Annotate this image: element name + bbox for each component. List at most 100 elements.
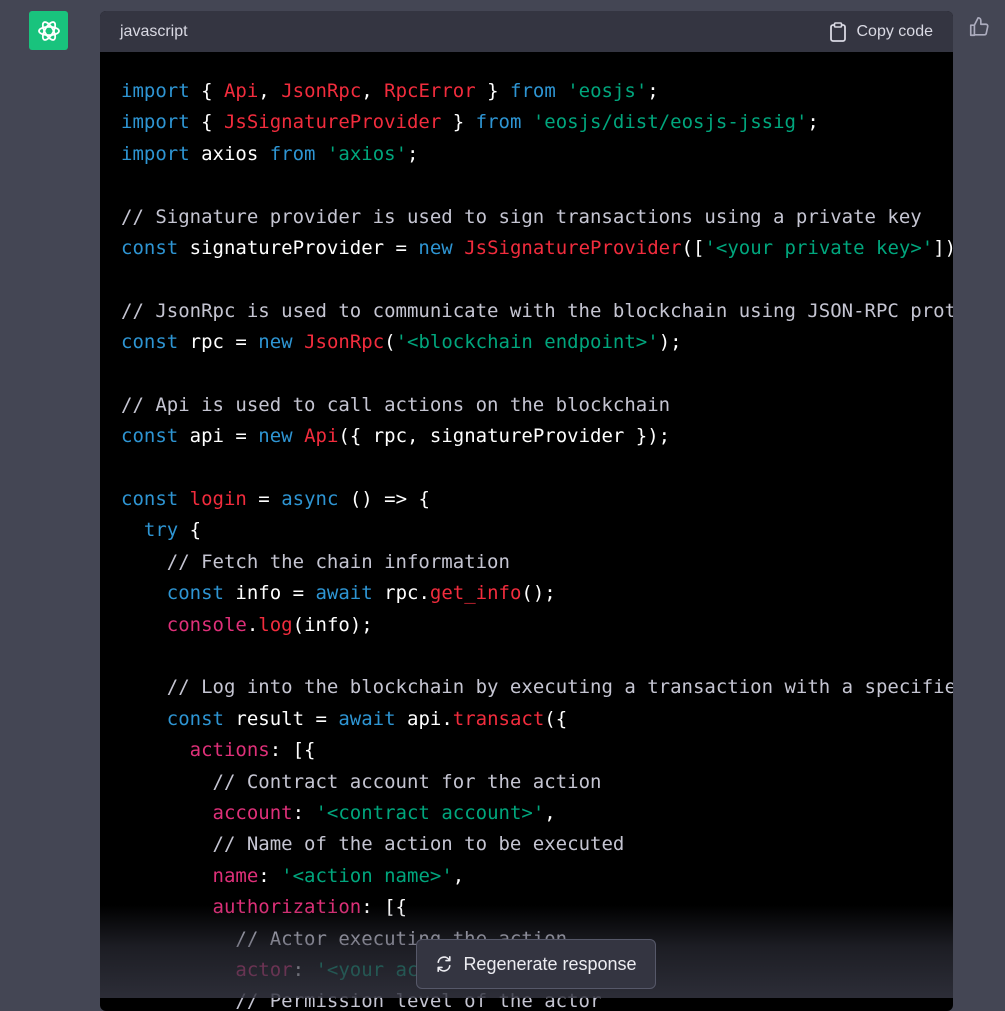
code-token: try	[143, 519, 179, 542]
code-token: // Signature provider is used to sign tr…	[121, 205, 922, 228]
code-token: ();	[521, 582, 556, 605]
code-token: const	[121, 488, 179, 511]
regenerate-response-button[interactable]: Regenerate response	[416, 939, 656, 989]
code-token: () => {	[338, 488, 430, 511]
code-token: // Permission level of the actor	[235, 990, 602, 1011]
code-token: await	[315, 582, 373, 605]
code-line: account: '<contract account>',	[121, 798, 953, 829]
copy-code-label: Copy code	[856, 22, 934, 40]
code-line: const info = await rpc.get_info();	[121, 578, 953, 609]
code-line: // Api is used to call actions on the bl…	[121, 390, 953, 421]
code-token: account	[212, 801, 293, 824]
code-token: import	[121, 80, 190, 102]
code-token: const	[121, 236, 179, 259]
code-token: 'eosjs/dist/eosjs-jssig'	[532, 111, 808, 134]
thumbs-up-icon[interactable]	[968, 16, 990, 38]
code-token: {	[189, 111, 224, 134]
code-token: new	[258, 331, 293, 354]
code-token: from	[475, 111, 522, 134]
code-line: // Permission level of the actor	[121, 986, 953, 1011]
code-language-label: javascript	[120, 22, 188, 40]
code-token: info =	[223, 582, 316, 605]
code-token: axios	[189, 142, 270, 165]
code-line: // Fetch the chain information	[121, 547, 953, 578]
code-token: '<your private key>'	[704, 236, 934, 259]
code-token: rpc =	[178, 331, 259, 354]
code-token: '<blockchain endpoint>'	[395, 331, 659, 354]
code-line: // Name of the action to be executed	[121, 829, 953, 860]
code-token: const	[121, 331, 179, 354]
code-content: import { Api, JsonRpc, RpcError } from '…	[100, 52, 953, 1011]
code-token: ;	[407, 142, 419, 165]
code-token: ([	[681, 236, 705, 259]
code-line: // Log into the blockchain by executing …	[121, 672, 953, 703]
code-line: const api = new Api({ rpc, signatureProv…	[121, 421, 953, 452]
code-token: 'eosjs'	[567, 80, 648, 102]
code-token: :	[258, 864, 282, 887]
code-token: {	[178, 519, 202, 542]
code-token: console	[166, 613, 247, 636]
code-line: const result = await api.transact({	[121, 704, 953, 735]
code-line: import { Api, JsonRpc, RpcError } from '…	[121, 76, 953, 107]
code-token: actions	[189, 739, 270, 762]
code-token: JsonRpc	[281, 80, 362, 102]
code-line: import axios from 'axios';	[121, 139, 953, 170]
code-token: '<action name>'	[281, 864, 453, 887]
code-token: );	[658, 331, 682, 354]
code-line: import { JsSignatureProvider } from 'eos…	[121, 107, 953, 138]
code-token: // JsonRpc is used to communicate with t…	[121, 299, 953, 322]
code-token: JsonRpc	[304, 331, 385, 354]
code-token: name	[212, 864, 259, 887]
openai-logo-icon	[37, 20, 60, 41]
code-token: // Api is used to call actions on the bl…	[121, 393, 671, 416]
code-token: '<contract account>'	[315, 801, 545, 824]
code-token: // Log into the blockchain by executing …	[166, 676, 953, 699]
copy-code-button[interactable]: Copy code	[829, 21, 934, 42]
code-token: from	[269, 142, 316, 165]
code-line: // Contract account for the action	[121, 767, 953, 798]
code-line: const signatureProvider = new JsSignatur…	[121, 233, 953, 264]
assistant-avatar	[29, 11, 68, 50]
code-line: name: '<action name>',	[121, 861, 953, 892]
code-token: (info);	[292, 613, 373, 636]
code-token: log	[258, 613, 293, 636]
code-token: // Name of the action to be executed	[212, 833, 625, 856]
code-token: ,	[544, 801, 556, 824]
code-token: ,	[361, 80, 385, 102]
code-token: =	[246, 488, 282, 511]
code-token: new	[258, 425, 293, 448]
refresh-icon	[437, 956, 452, 972]
code-token: result =	[223, 707, 339, 730]
code-token: rpc.	[372, 582, 430, 605]
code-token: transact	[452, 707, 545, 730]
code-token: login	[189, 488, 247, 511]
code-token: import	[121, 111, 190, 134]
code-line: console.log(info);	[121, 610, 953, 641]
clipboard-icon	[829, 21, 846, 42]
code-token: // Fetch the chain information	[166, 550, 510, 573]
code-token: .	[246, 613, 259, 636]
code-token: JsSignatureProvider	[223, 111, 442, 134]
code-token: ,	[258, 80, 282, 102]
code-token: : [{	[269, 739, 316, 762]
code-token: const	[121, 425, 179, 448]
code-block-header: javascript Copy code	[100, 11, 953, 52]
code-token: await	[338, 707, 396, 730]
